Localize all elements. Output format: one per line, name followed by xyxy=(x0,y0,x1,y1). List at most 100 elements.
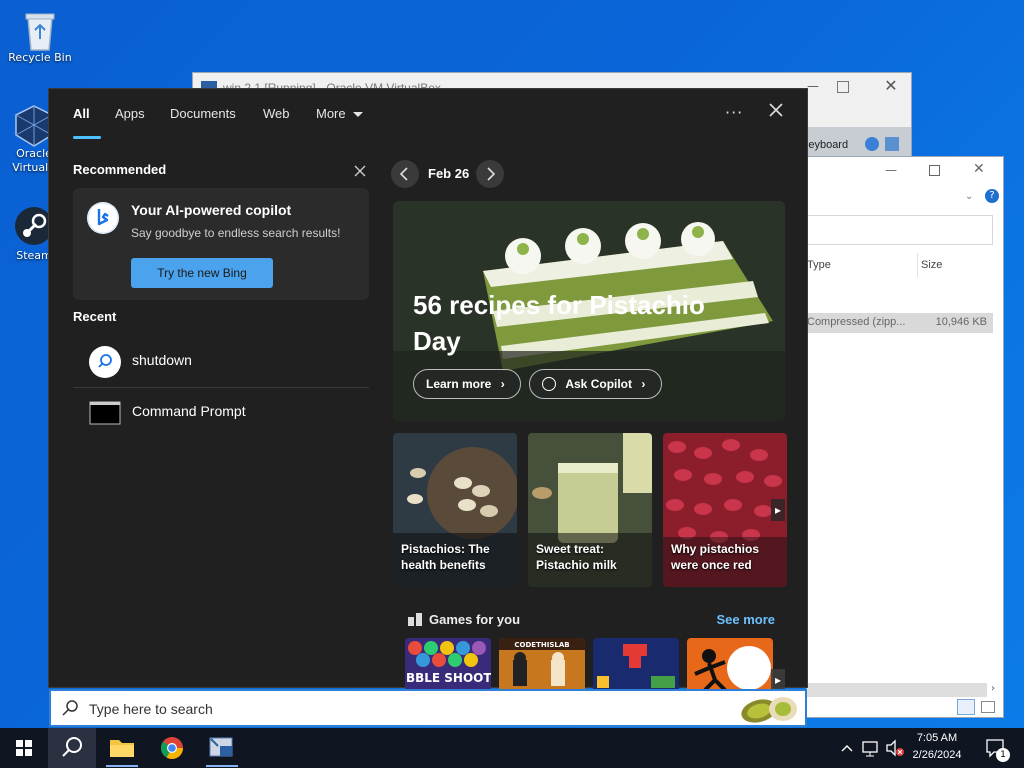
horizontal-scrollbar[interactable] xyxy=(807,683,987,697)
dismiss-recommended-icon[interactable] xyxy=(353,163,367,182)
chess-game-image: CODETHISLAB xyxy=(499,638,585,690)
game-title: CODETHISLAB xyxy=(514,641,569,649)
minimize-button[interactable]: — xyxy=(885,163,897,177)
date-label: Feb 26 xyxy=(428,166,470,181)
news-tile[interactable]: Pistachios: The health benefits xyxy=(393,433,517,587)
ask-copilot-label: Ask Copilot xyxy=(565,377,633,391)
desktop-icon-label: Recycle Bin xyxy=(8,51,72,64)
chevron-down-icon[interactable]: ⌄ xyxy=(965,191,973,202)
mouse-capture-icon[interactable] xyxy=(885,137,899,151)
search-panel: All Apps Documents Web More ··· Recommen… xyxy=(48,88,808,691)
clock-date: 2/26/2024 xyxy=(912,749,962,761)
virtualbox-taskbar-button[interactable] xyxy=(198,728,246,768)
game-tile[interactable] xyxy=(687,638,773,690)
column-divider xyxy=(917,253,918,277)
recent-title: Recent xyxy=(73,309,117,324)
game-tile[interactable]: BUBBLE SHOOTER xyxy=(405,638,491,690)
keyboard-label: Keyboard xyxy=(801,139,849,151)
chevron-down-icon xyxy=(353,112,364,118)
start-button[interactable] xyxy=(0,728,48,768)
recommended-title: Recommended xyxy=(73,162,167,177)
close-icon[interactable] xyxy=(767,101,785,123)
large-icons-view-icon[interactable] xyxy=(981,701,995,713)
tab-more-label: More xyxy=(316,106,346,121)
games-icon xyxy=(407,611,423,627)
search-tabs: All Apps Documents Web More ··· xyxy=(49,89,807,139)
running-indicator xyxy=(206,765,238,767)
news-tile[interactable]: Why pistachios were once red ▸ xyxy=(663,433,787,587)
copilot-card-subtitle: Say goodbye to endless search results! xyxy=(131,226,341,240)
network-icon[interactable] xyxy=(860,728,882,768)
learn-more-button[interactable]: Learn more › xyxy=(413,369,521,399)
tab-web[interactable]: Web xyxy=(263,106,290,121)
file-explorer-window[interactable]: — ✕ ⌄ ? Type Size Compressed (zipp... 10… xyxy=(806,156,1004,718)
file-row[interactable]: Compressed (zipp... 10,946 KB xyxy=(807,313,993,333)
hero-title[interactable]: 56 recipes for Pistachio Day xyxy=(413,287,753,359)
chevron-up-icon xyxy=(841,745,853,752)
see-more-link[interactable]: See more xyxy=(716,612,775,627)
previous-day-button[interactable] xyxy=(391,160,419,188)
next-day-button[interactable] xyxy=(476,160,504,188)
tile-caption: Pistachios: The health benefits xyxy=(401,542,490,572)
show-hidden-icons-button[interactable] xyxy=(838,728,856,768)
vbox-toolbar: Keyboard xyxy=(793,127,911,159)
search-icon xyxy=(62,737,82,757)
recent-item-label: shutdown xyxy=(132,352,192,368)
search-taskbar-button[interactable] xyxy=(48,728,96,768)
desktop-icon-recycle-bin[interactable]: Recycle Bin xyxy=(2,8,78,64)
close-button[interactable]: ✕ xyxy=(881,76,901,96)
recent-item-shutdown[interactable]: shutdown xyxy=(73,338,369,386)
notifications-button[interactable]: 1 xyxy=(982,728,1010,768)
tab-documents[interactable]: Documents xyxy=(170,106,236,121)
windows-logo-icon xyxy=(16,740,32,756)
divider xyxy=(73,387,369,388)
copilot-card[interactable]: Your AI-powered copilot Say goodbye to e… xyxy=(73,188,369,300)
bing-icon xyxy=(87,202,119,234)
search-icon xyxy=(89,346,121,378)
pistachio-doodle-icon[interactable] xyxy=(739,691,801,729)
bubble-shooter-image: BUBBLE SHOOTER xyxy=(405,638,491,690)
games-title: Games for you xyxy=(429,612,521,627)
notification-count-badge: 1 xyxy=(996,748,1010,762)
tab-all[interactable]: All xyxy=(73,106,90,121)
blocks-game-image xyxy=(593,638,679,690)
clock[interactable]: 7:05 AM 2/26/2024 xyxy=(902,730,972,764)
news-tile[interactable]: Sweet treat: Pistachio milk xyxy=(528,433,652,587)
game-title: BUBBLE SHOOTER xyxy=(405,671,491,685)
copilot-card-title: Your AI-powered copilot xyxy=(131,202,292,218)
try-new-bing-button[interactable]: Try the new Bing xyxy=(131,258,273,288)
game-tile[interactable] xyxy=(593,638,679,690)
file-explorer-taskbar-button[interactable] xyxy=(98,728,146,768)
taskbar: 7:05 AM 2/26/2024 1 xyxy=(0,728,1024,768)
search-input[interactable]: Type here to search xyxy=(89,701,213,717)
clock-time: 7:05 AM xyxy=(916,732,958,744)
scroll-right-icon[interactable]: › xyxy=(991,683,995,694)
column-header-type[interactable]: Type xyxy=(807,259,831,271)
search-box[interactable]: Type here to search xyxy=(49,689,807,727)
chrome-taskbar-button[interactable] xyxy=(148,728,196,768)
ask-copilot-button[interactable]: Ask Copilot › xyxy=(529,369,662,399)
more-options-icon[interactable]: ··· xyxy=(725,103,743,122)
column-header-size[interactable]: Size xyxy=(921,259,942,271)
scroll-right-button[interactable]: ▸ xyxy=(771,499,785,521)
game-tile[interactable]: CODETHISLAB xyxy=(499,638,585,690)
games-scroll-right-button[interactable]: ▸ xyxy=(771,669,785,691)
details-view-icon[interactable] xyxy=(957,699,975,715)
tab-apps[interactable]: Apps xyxy=(115,106,145,121)
close-button[interactable]: ✕ xyxy=(973,161,985,177)
chrome-icon xyxy=(160,737,183,759)
tile-caption: Why pistachios were once red xyxy=(671,542,760,572)
running-indicator xyxy=(106,765,138,767)
tab-more[interactable]: More xyxy=(316,106,364,121)
recent-item-command-prompt[interactable]: Command Prompt xyxy=(73,389,369,437)
maximize-button[interactable] xyxy=(837,81,849,93)
keyboard-capture-icon[interactable] xyxy=(865,137,879,151)
chat-icon xyxy=(542,376,556,391)
help-icon[interactable]: ? xyxy=(985,189,999,203)
recent-item-label: Command Prompt xyxy=(132,403,246,419)
hero-card[interactable]: 56 recipes for Pistachio Day Learn more … xyxy=(393,201,785,421)
maximize-button[interactable] xyxy=(929,165,940,176)
chevron-right-icon: › xyxy=(641,377,646,391)
address-bar[interactable] xyxy=(807,215,993,245)
file-type: Compressed (zipp... xyxy=(807,316,906,328)
